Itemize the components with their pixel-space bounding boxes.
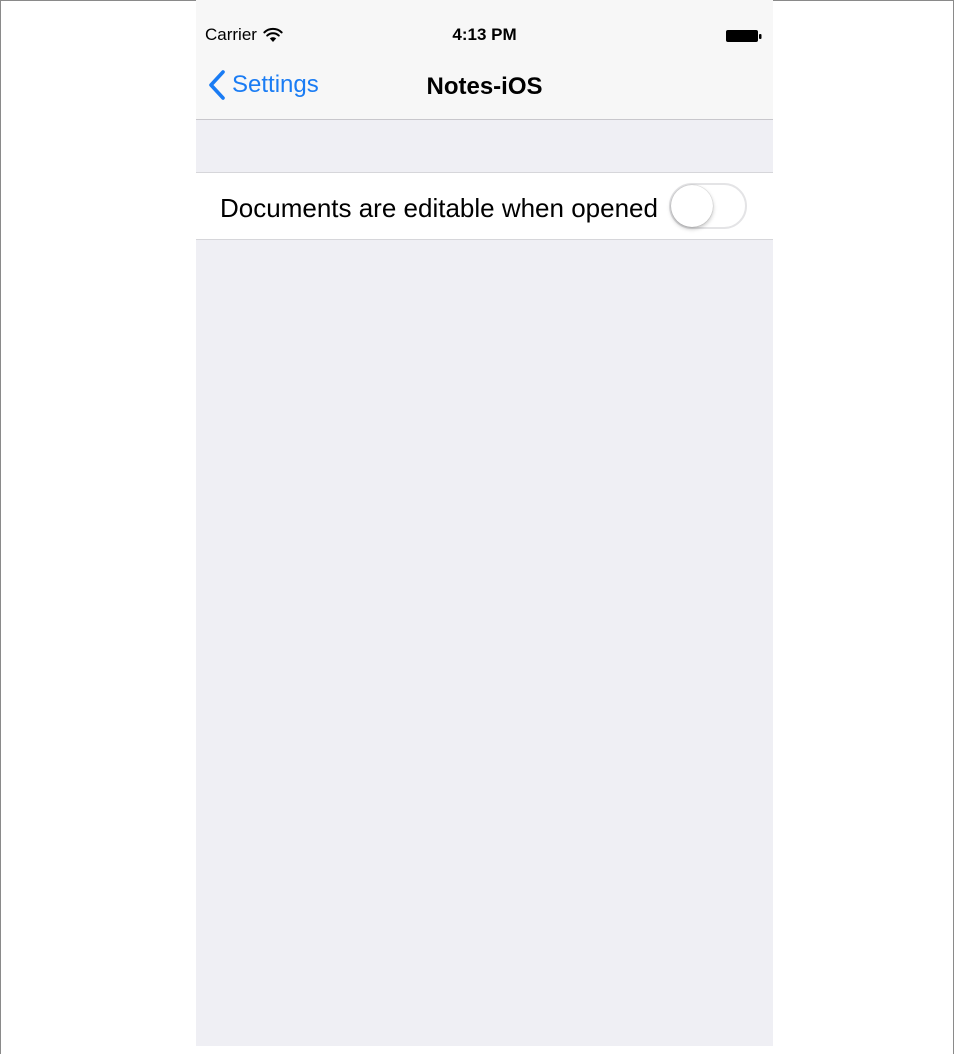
battery-icon xyxy=(726,30,762,42)
phone-screen: Carrier 4:13 PM Settings Notes-iOS Docum… xyxy=(196,0,773,1046)
editable-toggle-switch[interactable] xyxy=(669,183,747,229)
nav-title: Notes-iOS xyxy=(426,73,543,100)
navigation-bar: Settings Notes-iOS xyxy=(196,56,773,119)
toggle-knob xyxy=(671,185,713,227)
setting-row-label: Documents are editable when opened xyxy=(220,193,658,223)
top-bars: Carrier 4:13 PM Settings Notes-iOS xyxy=(196,0,773,120)
status-bar: Carrier 4:13 PM xyxy=(196,0,773,56)
status-time: 4:13 PM xyxy=(452,25,517,44)
setting-row-documents-editable: Documents are editable when opened xyxy=(196,172,773,240)
